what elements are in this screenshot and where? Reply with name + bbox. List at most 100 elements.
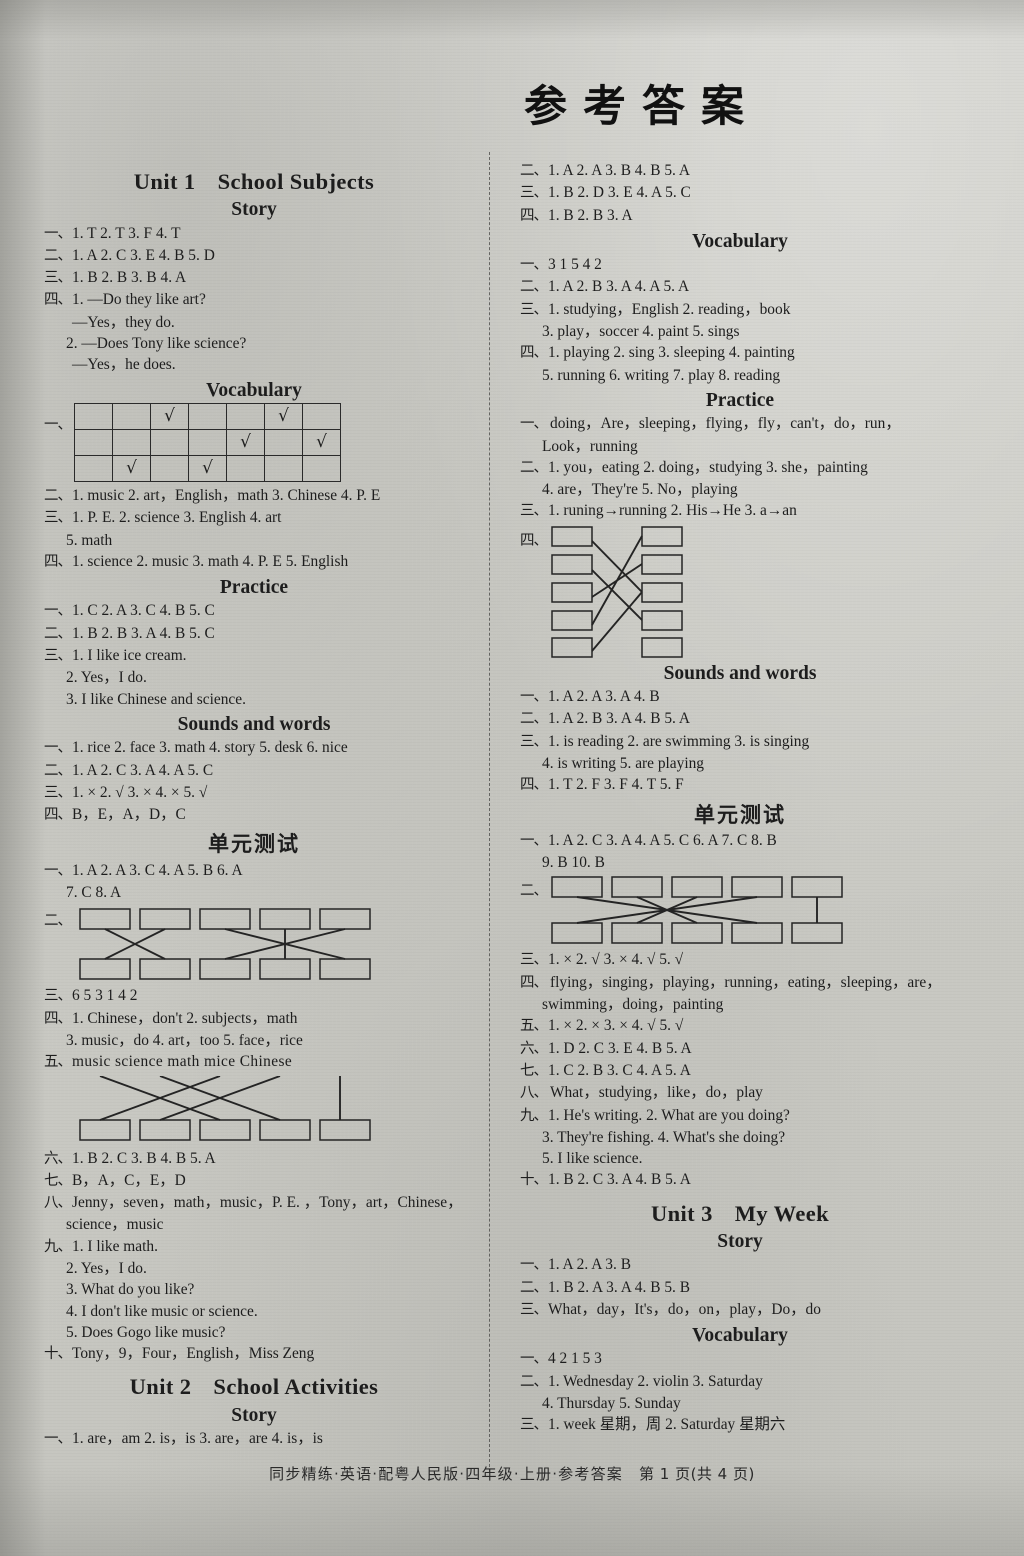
- answer-text: 5. running 6. writing 7. play 8. reading: [542, 366, 781, 384]
- answer-line: 四、 1. T 2. F 3. F 4. T 5. F: [520, 774, 960, 796]
- vocabulary-grid-cell-empty[interactable]: [188, 402, 227, 430]
- unit2-practice-matching-diagram: 四、: [520, 525, 960, 659]
- vocabulary-grid-cell-checked[interactable]: √: [150, 402, 189, 430]
- answer-text: 1. B 2. B 3. A: [548, 206, 633, 224]
- answer-text: 1. A 2. C 3. A 4. A 5. C: [72, 761, 214, 779]
- answer-marker: 三、: [520, 733, 548, 750]
- answer-line: 二、 1. A 2. B 3. A 4. A 5. A: [520, 276, 960, 298]
- answer-marker: 二、: [520, 1373, 548, 1390]
- answer-text: 1. T 2. F 3. F 4. T 5. F: [548, 776, 684, 794]
- answer-marker: 一、: [520, 1351, 548, 1368]
- answer-text: 5. Does Gogo like music?: [66, 1323, 226, 1341]
- answer-marker: 十、: [520, 1172, 548, 1189]
- answer-text: 1. week 星期，周 2. Saturday 星期六: [548, 1416, 786, 1434]
- answer-line: 二、 1. A 2. A 3. B 4. B 5. A: [520, 160, 960, 182]
- answer-text: B，A，C，E，D: [72, 1171, 186, 1189]
- answer-text: 1. C 2. A 3. C 4. B 5. C: [72, 602, 215, 620]
- vocabulary-grid-cell-empty[interactable]: [74, 402, 113, 430]
- vocabulary-grid-cell-checked[interactable]: √: [264, 402, 303, 430]
- unit2-story-continued: 二、 1. A 2. A 3. B 4. B 5. A 三、 1. B 2. D 3…: [520, 160, 960, 227]
- answer-text: 2. —Does Tony like science?: [66, 335, 247, 353]
- answer-text: 1. Wednesday 2. violin 3. Saturday: [548, 1372, 763, 1390]
- answer-text: Look，running: [542, 437, 638, 455]
- answer-line: 二、 1. A 2. C 3. A 4. A 5. C: [44, 760, 464, 782]
- vocabulary-grid-cell-empty[interactable]: [74, 428, 113, 456]
- answer-text: What，day，It's，do，on，play，Do，do: [548, 1300, 821, 1318]
- answer-marker: 一、: [44, 1431, 72, 1448]
- answer-line: 三、 6 5 3 1 4 2: [44, 985, 464, 1007]
- answer-line: 十、 Tony，9，Four，English，Miss Zeng: [44, 1343, 464, 1365]
- vocabulary-grid-cell-checked[interactable]: √: [226, 428, 265, 456]
- vocabulary-grid-cell-checked[interactable]: √: [112, 454, 151, 482]
- answer-text: 9. B 10. B: [542, 854, 605, 872]
- unit2-test-answers-top: 一、 1. A 2. C 3. A 4. A 5. C 6. A 7. C 8. …: [520, 830, 960, 874]
- unit2-sounds-heading: Sounds and words: [663, 662, 817, 684]
- answer-line: 2. Yes，I do.: [44, 667, 464, 688]
- answer-text: 1. A 2. A 3. B 4. B 5. A: [548, 162, 690, 179]
- answer-text: 4. I don't like music or science.: [66, 1302, 258, 1320]
- vocabulary-grid-cell-empty[interactable]: [226, 402, 265, 430]
- vocabulary-grid-cell-empty[interactable]: [188, 428, 227, 456]
- answer-line: 二、 1. A 2. C 3. E 4. B 5. D: [44, 245, 464, 267]
- vocabulary-grid-cell-empty[interactable]: [112, 428, 151, 456]
- matching-boxes-words: [74, 1075, 374, 1146]
- answer-line: 九、 1. I like math.: [44, 1236, 464, 1258]
- answer-marker: 四、: [520, 207, 548, 224]
- vocabulary-grid-cell-empty[interactable]: [150, 454, 189, 482]
- match-svg-unit2-practice: [551, 526, 683, 658]
- answer-text: 1. runing→running 2. His→He 3. a→an: [548, 502, 797, 520]
- footer-page-number: 第 1 页(共 4 页): [638, 1465, 755, 1483]
- vocabulary-grid-cell-empty[interactable]: [74, 454, 113, 482]
- vocabulary-grid-cell-checked[interactable]: √: [188, 454, 227, 482]
- answer-marker: 五、: [44, 1054, 72, 1071]
- answer-text: 4. are，They're 5. No，playing: [542, 481, 738, 499]
- unit2-heading: Unit 2 School Activities: [44, 1376, 464, 1399]
- vocabulary-grid-row: 一、 √ √ √ √ √ √: [44, 402, 464, 482]
- answer-marker: 四、: [44, 1010, 72, 1027]
- vocabulary-grid-cell-empty[interactable]: [264, 454, 303, 482]
- answer-line: 十、 1. B 2. C 3. A 4. B 5. A: [520, 1169, 960, 1191]
- answer-marker: 二、: [520, 883, 548, 900]
- answer-marker: 四、: [520, 777, 548, 794]
- answer-line: 二、 1. B 2. B 3. A 4. B 5. C: [44, 623, 464, 645]
- unit2-vocabulary-answers: 一、 3 1 5 4 2 二、 1. A 2. B 3. A 4. A 5. A 三…: [520, 254, 960, 386]
- answer-line: 3. I like Chinese and science.: [44, 689, 464, 710]
- answer-marker: 七、: [520, 1062, 548, 1079]
- answer-line: 9. B 10. B: [520, 852, 960, 873]
- answer-text: 1. × 2. × 3. × 4. √ 5. √: [548, 1017, 684, 1035]
- answer-marker: 五、: [520, 1018, 548, 1035]
- answer-marker: 八、: [44, 1195, 72, 1212]
- answer-text: 1. B 2. C 3. B 4. B 5. A: [72, 1149, 216, 1167]
- answer-line: 四、 1. science 2. music 3. math 4. P. E 5.…: [44, 551, 464, 573]
- vocabulary-grid-cell-empty[interactable]: [226, 454, 265, 482]
- answer-text: 1. B 2. B 3. B 4. A: [72, 269, 187, 287]
- answer-text: 1. you，eating 2. doing，studying 3. she，p…: [548, 458, 868, 476]
- answer-line: 7. C 8. A: [44, 882, 464, 903]
- answer-marker: 十、: [44, 1346, 72, 1363]
- answer-line: 三、 1. × 2. √ 3. × 4. √ 5. √: [520, 949, 960, 971]
- answer-text: 1. × 2. √ 3. × 4. √ 5. √: [548, 951, 684, 969]
- answer-marker: 二、: [44, 762, 72, 779]
- answer-line: 4. Thursday 5. Sunday: [520, 1393, 960, 1414]
- answer-marker: 九、: [44, 1238, 72, 1255]
- vocabulary-grid-cell-empty[interactable]: [112, 402, 151, 430]
- answer-text: 1. B 2. C 3. A 4. B 5. A: [548, 1171, 691, 1189]
- vocabulary-grid-cell-empty[interactable]: [264, 428, 303, 456]
- answer-line: 一、 1. A 2. A 3. A 4. B: [520, 686, 960, 708]
- vocabulary-grid-cell-checked[interactable]: √: [302, 428, 341, 456]
- answer-line: 4. is writing 5. are playing: [520, 753, 960, 774]
- unit2-sounds-answers: 一、 1. A 2. A 3. A 4. B 二、 1. A 2. B 3. A 4…: [520, 686, 960, 796]
- answer-text: 1. music 2. art，English，math 3. Chinese …: [72, 486, 381, 504]
- answer-line: 一、 1. T 2. T 3. F 4. T: [44, 223, 464, 245]
- unit1-heading: Unit 1 School Subjects: [44, 170, 464, 193]
- unit1-test-heading: 单元测试: [208, 832, 300, 857]
- answer-line: 三、 1. P. E. 2. science 3. English 4. art: [44, 507, 464, 529]
- vocabulary-grid-cell-empty[interactable]: [150, 428, 189, 456]
- answer-marker: 一、: [44, 740, 72, 757]
- answer-line: 六、 1. B 2. C 3. B 4. B 5. A: [44, 1148, 464, 1170]
- answer-line: 一、 4 2 1 5 3: [520, 1348, 960, 1370]
- answer-marker: 二、: [44, 487, 72, 504]
- vocabulary-grid-cell-empty[interactable]: [302, 402, 341, 430]
- answer-line: 八、 What，studying，like，do，play: [520, 1082, 960, 1104]
- vocabulary-grid-cell-empty[interactable]: [302, 454, 341, 482]
